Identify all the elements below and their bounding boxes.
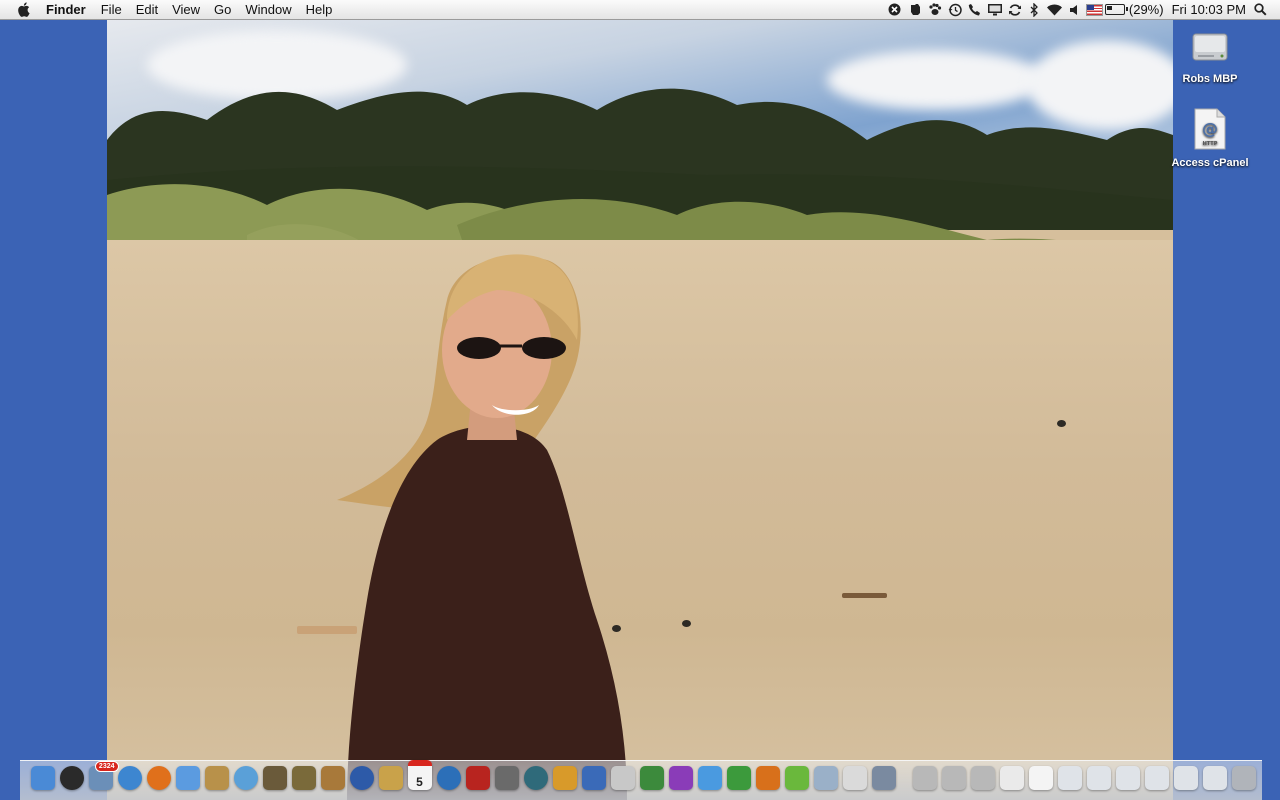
dock-docs-stack-icon[interactable]	[999, 766, 1024, 790]
dock-doc-file-icon[interactable]	[1028, 766, 1053, 790]
dock-ical-icon[interactable]: 5	[407, 760, 432, 790]
dock-omnifocus-icon[interactable]	[668, 766, 693, 790]
hard-drive-icon	[1165, 26, 1255, 69]
dock-automator-icon[interactable]	[552, 766, 577, 790]
dock-window-1-icon[interactable]	[1057, 766, 1082, 790]
dock-badge: 2324	[94, 761, 119, 772]
dock-firefox-icon[interactable]	[146, 766, 171, 790]
dock-time-machine-icon[interactable]	[523, 766, 548, 790]
dock-preferences-icon[interactable]	[871, 766, 896, 790]
svg-text:HTTP: HTTP	[1203, 141, 1218, 147]
dock-stack-1-icon[interactable]	[912, 766, 937, 790]
desktop-icon-robs-mbp[interactable]: Robs MBP	[1165, 26, 1255, 85]
dock-iweb-icon[interactable]	[697, 766, 722, 790]
dock-itunes-icon[interactable]	[233, 766, 258, 790]
menu-go[interactable]: Go	[207, 2, 238, 17]
desktop-icon-access-cpanel[interactable]: @ HTTP Access cPanel	[1165, 108, 1255, 169]
menu-help[interactable]: Help	[299, 2, 340, 17]
dock-window-5-icon[interactable]	[1173, 766, 1198, 790]
dock-grapher-icon[interactable]	[842, 766, 867, 790]
http-webloc-icon: @ HTTP	[1165, 108, 1255, 153]
apple-menu-icon[interactable]	[12, 2, 34, 17]
menu-view[interactable]: View	[165, 2, 207, 17]
dock-textedit-icon[interactable]	[610, 766, 635, 790]
photo-person	[337, 254, 627, 800]
phone-icon[interactable]	[965, 0, 985, 19]
dock-preview-icon[interactable]	[378, 766, 403, 790]
battery-percent[interactable]: (29%)	[1125, 2, 1168, 17]
dock: 2324 5	[20, 760, 1262, 800]
dock-mail-icon[interactable]: 2324	[88, 761, 119, 790]
dock-quicktime-icon[interactable]	[436, 766, 461, 790]
dock-stack-2-icon[interactable]	[941, 766, 966, 790]
dock-window-4-icon[interactable]	[1144, 766, 1169, 790]
volume-icon[interactable]	[1065, 0, 1085, 19]
battery-icon[interactable]	[1104, 0, 1128, 19]
dock-trash-icon[interactable]	[1231, 766, 1256, 790]
dock-excel-icon[interactable]	[726, 766, 751, 790]
dock-apps: 2324 5	[28, 760, 898, 800]
display-icon[interactable]	[985, 0, 1005, 19]
dock-imovie-icon[interactable]	[291, 766, 316, 790]
dock-numbers-icon[interactable]	[639, 766, 664, 790]
dock-dvd-player-icon[interactable]	[349, 766, 374, 790]
growl-paw-icon[interactable]	[925, 0, 945, 19]
dock-finder-icon[interactable]	[30, 766, 55, 790]
svg-text:@: @	[1202, 119, 1218, 138]
dock-keynote-icon[interactable]	[581, 766, 606, 790]
dock-powerpoint-icon[interactable]	[755, 766, 780, 790]
desktop-icon-label: Access cPanel	[1171, 157, 1249, 169]
dock-dashboard-icon[interactable]	[59, 766, 84, 790]
menu-file[interactable]: File	[94, 2, 129, 17]
bluetooth-icon[interactable]	[1025, 0, 1045, 19]
spotlight-icon[interactable]	[1250, 0, 1270, 19]
menu-app-name[interactable]: Finder	[34, 2, 94, 17]
input-flag-icon[interactable]	[1085, 0, 1105, 19]
dock-stack-3-icon[interactable]	[970, 766, 995, 790]
dock-safari-icon[interactable]	[117, 766, 142, 790]
desktop-wallpaper-photo	[107, 20, 1173, 800]
dock-iphoto-icon[interactable]	[262, 766, 287, 790]
dock-window-2-icon[interactable]	[1086, 766, 1111, 790]
dock-window-3-icon[interactable]	[1115, 766, 1140, 790]
sync-icon[interactable]	[1005, 0, 1025, 19]
dock-address-book-icon[interactable]	[204, 766, 229, 790]
wifi-icon[interactable]	[1045, 0, 1065, 19]
dock-photo-booth-icon[interactable]	[465, 766, 490, 790]
menu-window[interactable]: Window	[238, 2, 298, 17]
clock[interactable]: Fri 10:03 PM	[1168, 2, 1250, 17]
menu-edit[interactable]: Edit	[129, 2, 165, 17]
dock-finder-2-icon[interactable]	[813, 766, 838, 790]
dock-screen-capture-icon[interactable]	[494, 766, 519, 790]
crossover-icon[interactable]	[885, 0, 905, 19]
dock-stacks	[910, 766, 1258, 800]
dock-window-6-icon[interactable]	[1202, 766, 1227, 790]
evernote-icon[interactable]	[905, 0, 925, 19]
ical-date: 5	[416, 775, 423, 789]
dock-evernote-icon[interactable]	[784, 766, 809, 790]
time-machine-icon[interactable]	[945, 0, 965, 19]
desktop-icon-label: Robs MBP	[1182, 73, 1238, 85]
dock-ichat-icon[interactable]	[175, 766, 200, 790]
status-area: (29%) Fri 10:03 PM	[885, 0, 1280, 19]
dock-garageband-icon[interactable]	[320, 766, 345, 790]
menu-bar: Finder File Edit View Go Window Help (29…	[0, 0, 1280, 20]
